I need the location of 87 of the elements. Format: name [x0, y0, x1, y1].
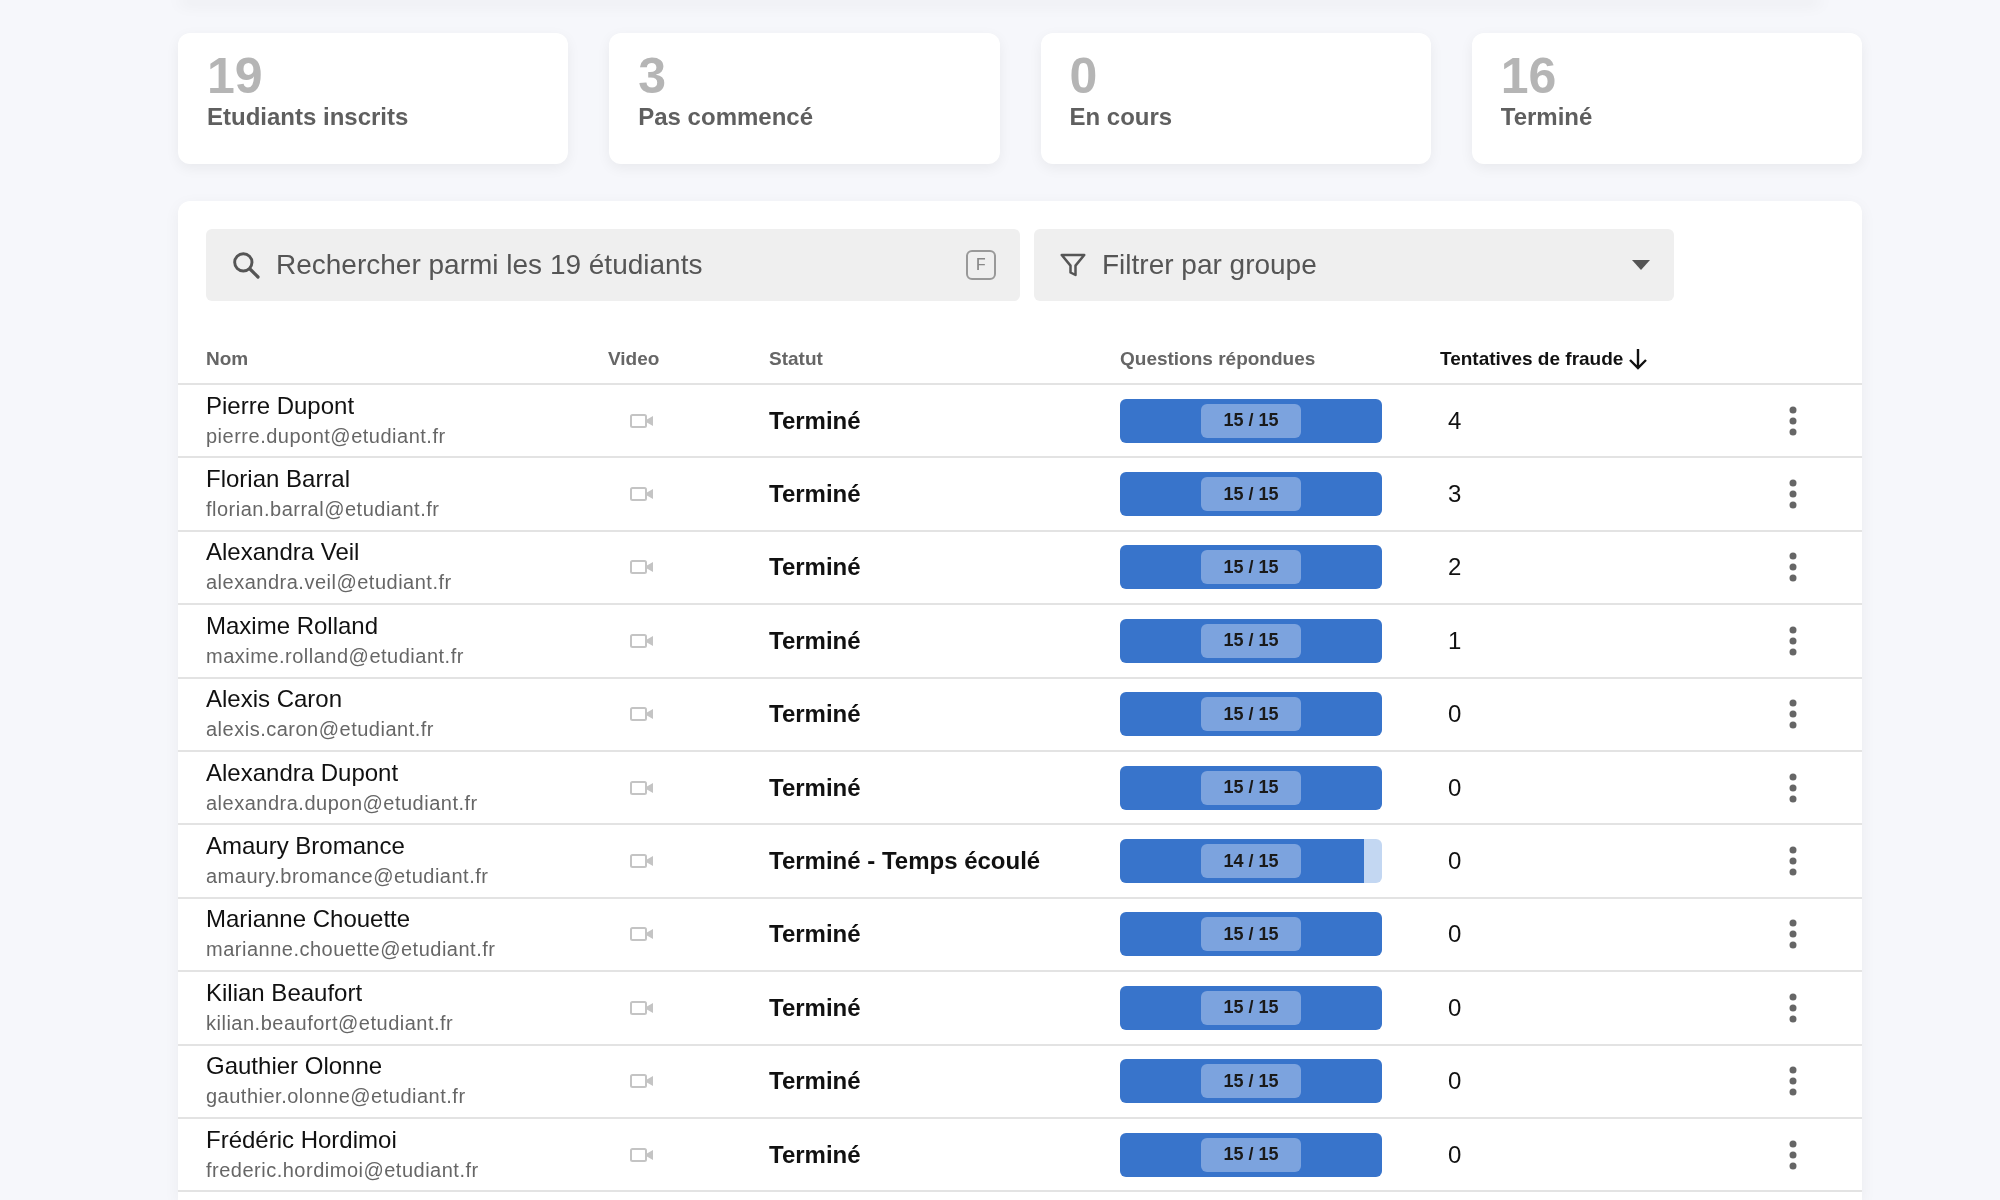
fraud-count: 4 [1447, 405, 1462, 436]
progress-label: 15 / 15 [1201, 550, 1301, 585]
progress-label: 15 / 15 [1201, 1137, 1301, 1172]
status-text: Terminé [769, 625, 861, 656]
search-field[interactable]: Rechercher parmi les 19 étudiants F [206, 229, 1020, 301]
more-options-icon[interactable] [1789, 919, 1797, 950]
progress-label: 15 / 15 [1201, 770, 1301, 805]
sort-descending-icon[interactable] [1627, 347, 1650, 371]
progress-label: 15 / 15 [1201, 403, 1301, 438]
progress-label: 15 / 15 [1201, 697, 1301, 732]
column-header[interactable]: Statut [769, 344, 823, 374]
status-text: Terminé - Temps écoulé [769, 846, 1041, 877]
search-input[interactable]: Rechercher parmi les 19 étudiants [276, 244, 952, 286]
stat-value: 16 [1500, 49, 1558, 103]
student-email: maxime.rolland@etudiant.fr [206, 643, 465, 669]
status-text: Terminé [769, 699, 861, 730]
student-email: marianne.chouette@etudiant.fr [206, 937, 497, 963]
progress-label: 15 / 15 [1201, 990, 1301, 1025]
fraud-count: 3 [1447, 479, 1462, 510]
student-name: Alexis Caron [206, 684, 344, 715]
more-options-icon[interactable] [1789, 699, 1797, 730]
status-text: Terminé [769, 1139, 861, 1170]
stat-label: Etudiants inscrits [207, 103, 410, 131]
more-options-icon[interactable] [1789, 405, 1797, 436]
column-header[interactable]: Tentatives de fraude [1440, 344, 1624, 374]
progress-label: 15 / 15 [1201, 477, 1301, 512]
student-name: Frédéric Hordimoi [206, 1124, 398, 1155]
progress-label: 15 / 15 [1201, 623, 1301, 658]
more-options-icon[interactable] [1789, 992, 1797, 1023]
student-email: pierre.dupont@etudiant.fr [206, 423, 447, 449]
student-name: Alexandra Dupont [206, 757, 400, 788]
student-name: Amaury Bromance [206, 831, 406, 862]
column-header[interactable]: Questions répondues [1120, 344, 1316, 374]
student-name: Florian Barral [206, 464, 352, 495]
student-name: Kilian Beaufort [206, 977, 364, 1008]
stat-value: 3 [638, 49, 668, 103]
stat-value: 0 [1069, 49, 1099, 103]
student-email: frederic.hordimoi@etudiant.fr [206, 1157, 480, 1183]
fraud-count: 0 [1447, 846, 1462, 877]
progress-label: 15 / 15 [1201, 1064, 1301, 1099]
stat-label: En cours [1069, 103, 1174, 131]
fraud-count: 0 [1447, 1066, 1462, 1097]
student-email: kilian.beaufort@etudiant.fr [206, 1010, 455, 1036]
filter-placeholder: Filtrer par groupe [1102, 248, 1318, 282]
student-email: gauthier.olonne@etudiant.fr [206, 1084, 467, 1110]
fraud-count: 0 [1447, 992, 1462, 1023]
student-email: amaury.bromance@etudiant.fr [206, 864, 490, 890]
status-text: Terminé [769, 772, 861, 803]
student-name: Marianne Chouette [206, 904, 412, 935]
stat-value: 19 [207, 49, 264, 103]
search-icon [230, 249, 262, 281]
more-options-icon[interactable] [1789, 552, 1797, 583]
fraud-count: 0 [1447, 699, 1462, 730]
student-email: florian.barral@etudiant.fr [206, 497, 441, 523]
caret-down-icon [1632, 260, 1650, 270]
status-text: Terminé [769, 479, 861, 510]
more-options-icon[interactable] [1789, 479, 1797, 510]
fraud-count: 1 [1447, 625, 1462, 656]
progress-label: 14 / 15 [1201, 844, 1301, 879]
student-name: Maxime Rolland [206, 610, 380, 641]
status-text: Terminé [769, 1066, 861, 1097]
column-header[interactable]: Video [608, 344, 660, 374]
stat-label: Pas commencé [638, 103, 814, 131]
shortcut-key: F [966, 250, 996, 280]
more-options-icon[interactable] [1789, 772, 1797, 803]
more-options-icon[interactable] [1789, 846, 1797, 877]
fraud-count: 0 [1447, 1139, 1462, 1170]
student-name: Pierre Dupont [206, 390, 356, 421]
fraud-count: 0 [1447, 919, 1462, 950]
group-filter-dropdown[interactable]: Filtrer par groupe [1034, 229, 1674, 301]
fraud-count: 2 [1447, 552, 1462, 583]
more-options-icon[interactable] [1789, 1066, 1797, 1097]
fraud-count: 0 [1447, 772, 1462, 803]
student-email: alexis.caron@etudiant.fr [206, 717, 435, 743]
status-text: Terminé [769, 992, 861, 1023]
column-header[interactable]: Nom [206, 344, 249, 374]
status-text: Terminé [769, 919, 861, 950]
student-email: alexandra.veil@etudiant.fr [206, 570, 453, 596]
student-name: Alexandra Veil [206, 537, 361, 568]
more-options-icon[interactable] [1789, 625, 1797, 656]
more-options-icon[interactable] [1789, 1139, 1797, 1170]
student-email: alexandra.dupon@etudiant.fr [206, 790, 479, 816]
status-text: Terminé [769, 405, 861, 436]
status-text: Terminé [769, 552, 861, 583]
progress-label: 15 / 15 [1201, 917, 1301, 952]
stat-label: Terminé [1500, 103, 1594, 131]
student-name: Gauthier Olonne [206, 1051, 384, 1082]
